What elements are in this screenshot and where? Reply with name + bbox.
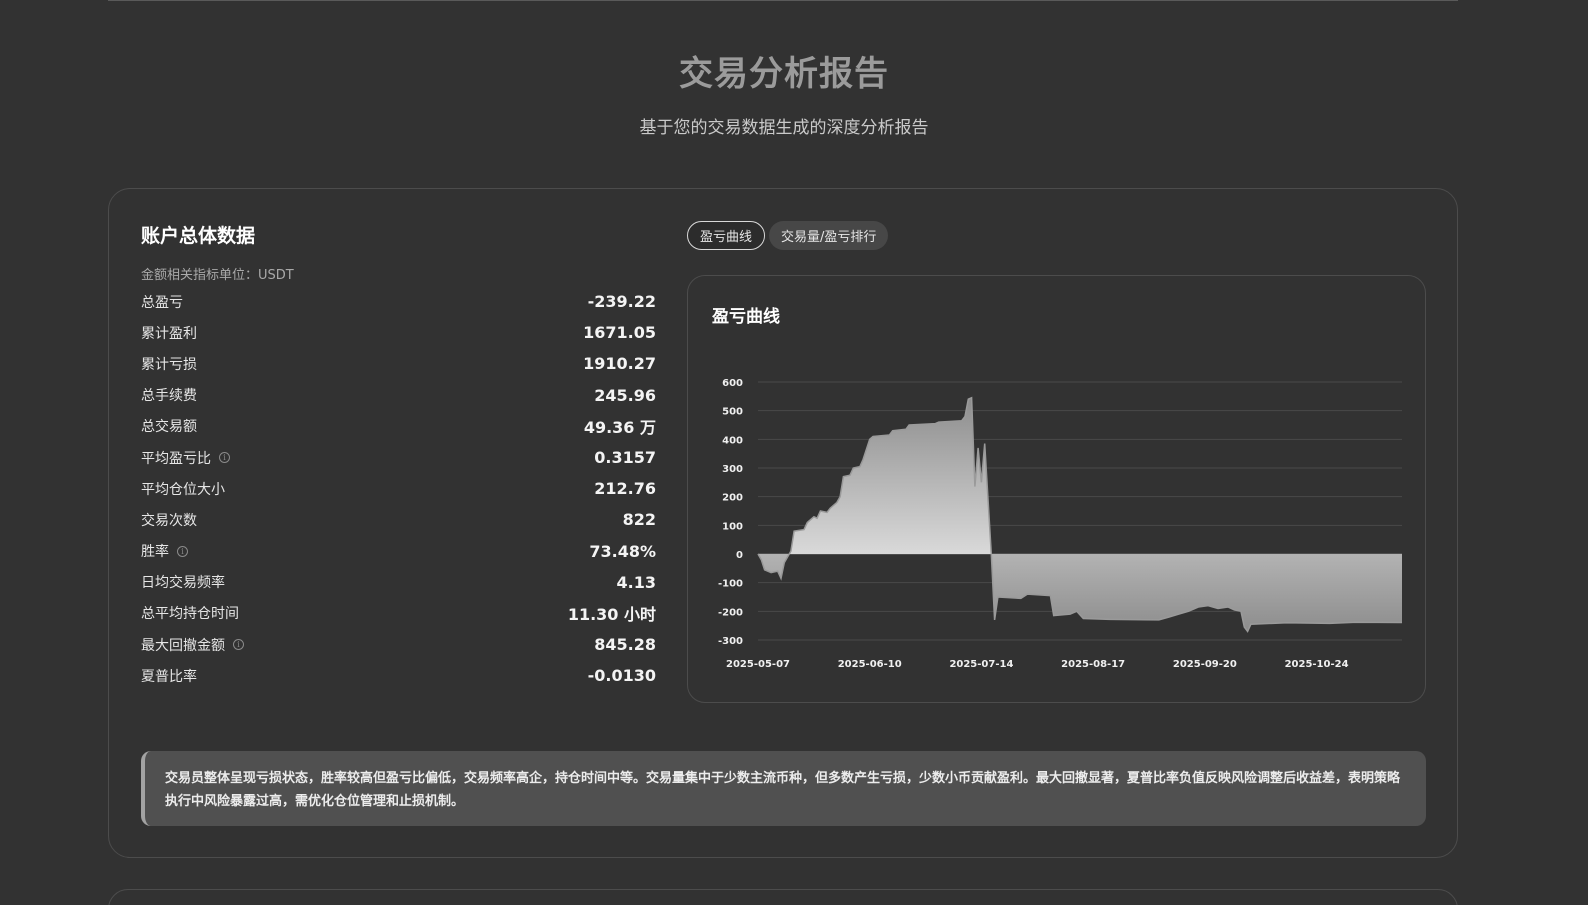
account-overview-card: 账户总体数据 金额相关指标单位：USDT 总盈亏 -239.22 累计盈利 1671.… (108, 188, 1458, 858)
metric-label: 总交易额 (141, 416, 197, 436)
metric-label: 日均交易频率 (141, 572, 225, 592)
unit-note: 金额相关指标单位：USDT (141, 268, 294, 283)
metric-value: 73.48% (589, 541, 656, 561)
metric-row: 总平均持仓时间 11.30 小时 (141, 598, 656, 629)
analysis-summary: 交易员整体呈现亏损状态，胜率较高但盈亏比偏低，交易频率高企，持仓时间中等。交易量… (141, 751, 1426, 826)
y-tick-label: 600 (722, 378, 743, 389)
metric-value: 1671.05 (583, 323, 656, 343)
y-tick-label: 100 (722, 521, 743, 532)
metric-label: 总平均持仓时间 (141, 603, 239, 623)
metric-value: 1910.27 (583, 354, 656, 374)
metric-value: 11.30 小时 (567, 605, 656, 625)
metric-value: 212.76 (594, 479, 656, 499)
metric-value: 845.28 (594, 635, 656, 655)
metric-row: 累计盈利 1671.05 (141, 317, 656, 348)
metric-row: 日均交易频率 4.13 (141, 567, 656, 598)
metric-label-text: 总手续费 (141, 388, 197, 405)
metric-label: 累计亏损 (141, 354, 197, 374)
metric-label-text: 交易次数 (141, 512, 197, 529)
metric-value: 245.96 (594, 385, 656, 405)
metric-row: 总手续费 245.96 (141, 380, 656, 411)
pnl-chart: 600 500 400 300 200 100 0 -100 -200 -300 2025-05-0… (718, 378, 1403, 670)
x-tick-label: 2025-08-17 (1061, 659, 1125, 670)
metric-label: 夏普比率 (141, 666, 197, 686)
metrics-list: 总盈亏 -239.22 累计盈利 1671.05 累计亏损 1910.27 总手续费 245.… (141, 286, 656, 691)
chart-tabs: 盈亏曲线 交易量/盈亏排行 (687, 221, 889, 250)
metric-value: 4.13 (616, 572, 656, 592)
y-tick-label: -200 (718, 607, 743, 618)
metric-value: -0.0130 (587, 666, 656, 686)
metric-row: 交易次数 822 (141, 504, 656, 535)
x-tick-label: 2025-07-14 (949, 659, 1013, 670)
metric-label-text: 夏普比率 (141, 668, 197, 685)
tab-volume-ranking[interactable]: 交易量/盈亏排行 (769, 221, 889, 250)
info-icon[interactable]: i (177, 545, 188, 557)
page-subtitle: 基于您的交易数据生成的深度分析报告 (639, 118, 929, 138)
y-tick-label: 300 (722, 464, 743, 475)
metric-label: 平均仓位大小 (141, 479, 225, 499)
metric-label-text: 平均仓位大小 (141, 481, 225, 498)
metric-label-text: 平均盈亏比 (141, 450, 211, 467)
metric-label-text: 总交易额 (141, 419, 197, 436)
info-icon[interactable]: i (219, 452, 230, 464)
metric-row: 累计亏损 1910.27 (141, 348, 656, 379)
y-tick-label: 400 (722, 435, 743, 446)
tab-pnl-curve[interactable]: 盈亏曲线 (687, 221, 766, 250)
info-icon[interactable]: i (233, 639, 244, 651)
metric-row: 平均仓位大小 212.76 (141, 473, 656, 504)
x-tick-label: 2025-05-07 (726, 659, 790, 670)
metric-row: 胜率 i 73.48% (141, 536, 656, 567)
metric-value: 49.36 万 (583, 418, 656, 438)
y-tick-label: 200 (722, 493, 743, 504)
x-tick-label: 2025-10-24 (1285, 659, 1349, 670)
top-divider (108, 0, 1458, 1)
metric-label-text: 总盈亏 (141, 294, 183, 311)
metric-row: 夏普比率 -0.0130 (141, 660, 656, 691)
page-title: 交易分析报告 (679, 54, 889, 94)
next-card (108, 889, 1458, 905)
y-tick-label: -300 (718, 636, 743, 647)
metric-value: 822 (622, 510, 656, 530)
metric-label: 平均盈亏比 i (141, 448, 230, 468)
metric-label: 总手续费 (141, 385, 197, 405)
metric-label-text: 日均交易频率 (141, 575, 225, 592)
x-tick-label: 2025-09-20 (1173, 659, 1237, 670)
metric-value: 0.3157 (594, 448, 656, 468)
metric-row: 最大回撤金额 i 845.28 (141, 629, 656, 660)
metric-label-text: 累计亏损 (141, 356, 197, 373)
pnl-chart-card: 盈亏曲线 600 500 400 300 200 100 0 -100 -200 -300 2025… (687, 275, 1426, 703)
metric-label: 交易次数 (141, 510, 197, 530)
metric-value: -239.22 (587, 292, 656, 312)
x-tick-label: 2025-06-10 (838, 659, 902, 670)
y-tick-label: 0 (736, 550, 743, 561)
y-tick-label: 500 (722, 407, 743, 418)
metric-label-text: 最大回撤金额 (141, 637, 225, 654)
metric-label: 最大回撤金额 i (141, 635, 244, 655)
metric-label: 胜率 i (141, 541, 188, 561)
metric-row: 总交易额 49.36 万 (141, 411, 656, 442)
y-tick-label: -100 (718, 579, 743, 590)
section-title: 账户总体数据 (141, 225, 256, 247)
metric-label-text: 总平均持仓时间 (141, 606, 239, 623)
metric-label-text: 累计盈利 (141, 325, 197, 342)
metric-row: 总盈亏 -239.22 (141, 286, 656, 317)
metric-label-text: 胜率 (141, 544, 169, 561)
metric-label: 总盈亏 (141, 292, 183, 312)
metric-label: 累计盈利 (141, 323, 197, 343)
metric-row: 平均盈亏比 i 0.3157 (141, 442, 656, 473)
